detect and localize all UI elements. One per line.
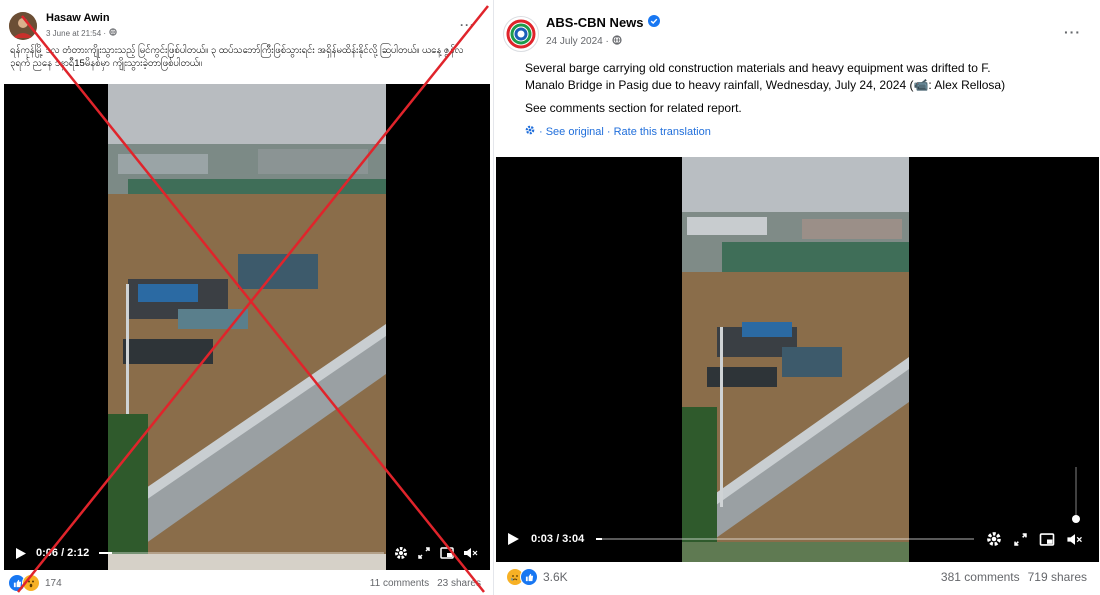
left-post: Hasaw Awin 3 June at 21:54 · ··· ရန်ကုန်… <box>0 0 493 595</box>
translation-links[interactable]: · See original · Rate this translation <box>525 125 711 138</box>
settings-gear-icon[interactable] <box>986 531 1002 547</box>
settings-gear-icon[interactable] <box>394 546 408 560</box>
volume-slider[interactable] <box>1072 467 1080 523</box>
right-post: ABS-CBN News 24 July 2024 · ··· Several … <box>493 0 1100 595</box>
author-label[interactable]: ABS-CBN News <box>546 15 644 30</box>
wow-reaction-icon <box>22 574 40 592</box>
video-progress-bar[interactable] <box>99 552 384 554</box>
video-progress-fill <box>99 552 113 554</box>
comments-count[interactable]: 381 comments <box>941 570 1020 584</box>
video-frame <box>108 84 386 570</box>
comments-count[interactable]: 11 comments <box>370 578 429 589</box>
post-timestamp[interactable]: 3 June at 21:54 · <box>46 29 106 38</box>
post-footer: 174 11 comments 23 shares <box>8 574 481 592</box>
video-time: 0:06 / 2:12 <box>36 547 90 559</box>
post-text: Several barge carrying old construction … <box>525 60 1095 117</box>
fullscreen-icon[interactable] <box>418 547 430 559</box>
video-frame <box>682 157 909 562</box>
verified-badge-icon <box>647 15 660 30</box>
play-icon[interactable] <box>508 533 519 545</box>
translation-links-text[interactable]: · See original · Rate this translation <box>539 126 711 138</box>
video-controls: 0:06 / 2:12 <box>4 546 490 560</box>
avatar[interactable] <box>503 16 539 52</box>
video-progress-fill <box>596 538 603 540</box>
mute-icon[interactable] <box>1067 533 1083 546</box>
like-reaction-icon <box>520 568 538 586</box>
shares-count[interactable]: 23 shares <box>437 578 481 589</box>
globe-icon <box>109 28 117 38</box>
post-text: ရန်ကုန်မြို့ ဒလ တံတားကျိုးသွားသည့် မြင်က… <box>10 45 464 69</box>
picture-in-picture-icon[interactable] <box>1039 532 1055 546</box>
post-meta: 24 July 2024 · <box>546 35 622 48</box>
volume-knob[interactable] <box>1072 515 1080 523</box>
video-time: 0:03 / 3:04 <box>531 533 585 545</box>
globe-icon <box>612 35 622 48</box>
ellipsis-icon[interactable]: ··· <box>1064 24 1081 40</box>
video-progress-bar[interactable] <box>596 538 974 540</box>
shares-count[interactable]: 719 shares <box>1028 570 1087 584</box>
play-icon[interactable] <box>16 547 26 559</box>
author-name[interactable]: ABS-CBN News <box>546 15 660 30</box>
translate-gear-icon <box>525 125 535 138</box>
post-text-line: Several barge carrying old construction … <box>525 61 991 75</box>
ellipsis-icon[interactable]: ··· <box>460 18 475 32</box>
reaction-count[interactable]: 3.6K <box>543 570 568 584</box>
author-name[interactable]: Hasaw Awin <box>46 12 110 24</box>
reaction-icons[interactable]: 3.6K <box>506 568 568 586</box>
avatar[interactable] <box>9 12 37 40</box>
post-meta: 3 June at 21:54 · <box>46 28 117 38</box>
post-footer: 3.6K 381 comments 719 shares <box>506 568 1087 586</box>
picture-in-picture-icon[interactable] <box>440 547 454 559</box>
video-controls: 0:03 / 3:04 <box>496 531 1099 547</box>
mute-icon[interactable] <box>464 547 478 559</box>
post-timestamp[interactable]: 24 July 2024 · <box>546 36 609 47</box>
reaction-icons[interactable]: 174 <box>8 574 62 592</box>
post-text-line: See comments section for related report. <box>525 101 742 115</box>
post-text-line: Manalo Bridge in Pasig due to heavy rain… <box>525 78 1006 92</box>
fullscreen-icon[interactable] <box>1014 532 1027 546</box>
video-player[interactable]: 0:03 / 3:04 <box>496 157 1099 562</box>
video-player[interactable]: 0:06 / 2:12 <box>4 84 490 570</box>
reaction-count[interactable]: 174 <box>45 578 62 589</box>
